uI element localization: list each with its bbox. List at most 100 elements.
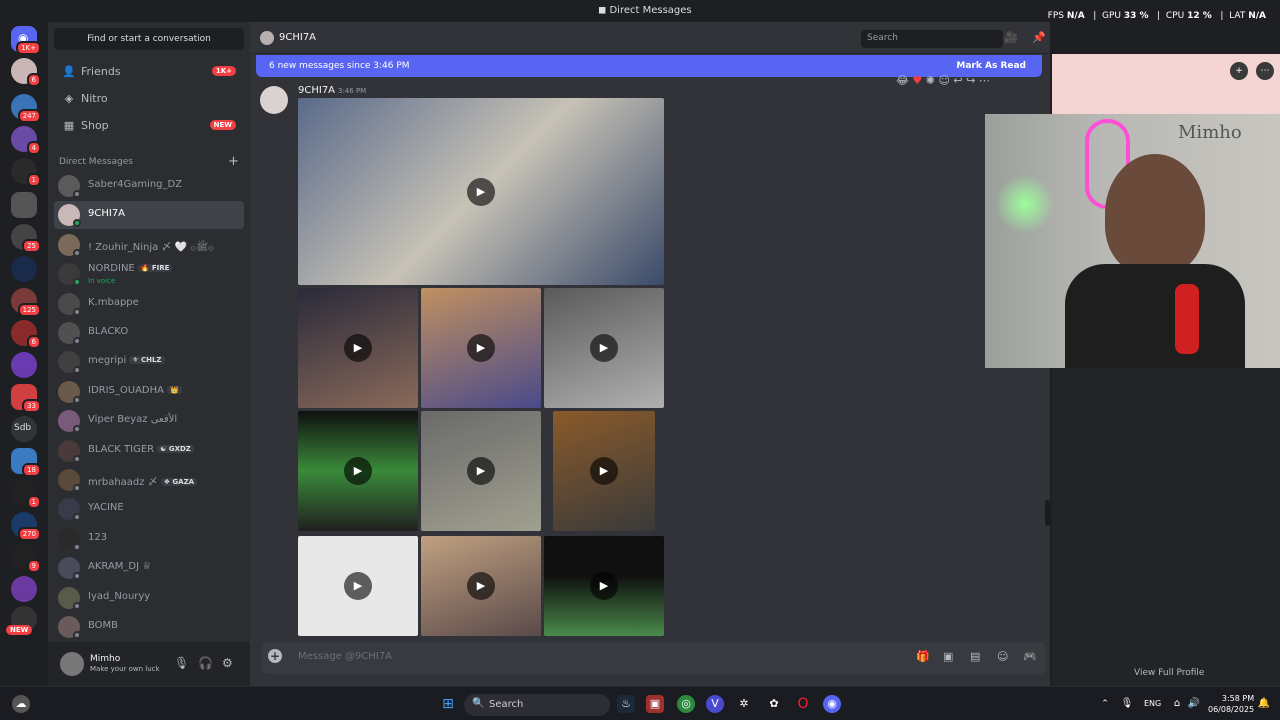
server-icon[interactable]: 33 <box>11 384 41 413</box>
chevron-up-icon[interactable]: ⌃ <box>1096 695 1114 713</box>
play-icon[interactable]: ▶ <box>590 334 618 362</box>
server-icon[interactable]: 18 <box>11 448 41 477</box>
view-full-profile-button[interactable]: View Full Profile <box>1134 668 1204 678</box>
video-attachment[interactable]: ▶ <box>298 536 418 636</box>
dm-item[interactable]: K.mbappe <box>54 290 244 318</box>
chatgpt-icon[interactable]: ✲ <box>735 695 753 713</box>
attach-icon[interactable]: + <box>268 649 282 663</box>
video-attachment[interactable]: ▶ <box>421 411 541 531</box>
microphone-icon[interactable]: 🎙 <box>174 656 189 670</box>
avatar[interactable] <box>60 652 84 676</box>
dm-item[interactable]: Viper Beyaz الأفعى <box>54 407 244 435</box>
server-icon[interactable]: 247 <box>11 94 41 123</box>
app-icon[interactable]: ▣ <box>646 695 664 713</box>
nav-item-nitro[interactable]: ◈ Nitro <box>54 87 244 111</box>
sticker-icon[interactable]: ▤ <box>970 650 980 663</box>
video-attachment[interactable]: ▶ <box>421 288 541 408</box>
message-input[interactable]: Message @9CHI7A <box>298 651 392 662</box>
message-composer[interactable]: + Message @9CHI7A 🎁 ▣ ▤ ☺ 🎮 <box>262 642 1046 674</box>
emoji-icon[interactable]: ☺ <box>997 650 1008 663</box>
dm-item[interactable]: megripi ⚜ CHLZ <box>54 348 244 376</box>
app-icon[interactable]: ✿ <box>765 695 783 713</box>
avatar[interactable] <box>260 86 288 114</box>
server-icon[interactable] <box>11 352 37 378</box>
video-attachment[interactable]: ▶ <box>298 288 418 408</box>
server-icon[interactable]: 6 <box>11 58 41 87</box>
dm-item[interactable]: 9CHI7A <box>54 201 244 230</box>
apps-icon[interactable]: 🎮 <box>1023 650 1037 663</box>
dm-item[interactable]: BLACKO <box>54 319 244 347</box>
dm-item[interactable]: AKRAM_DJ ♕ <box>54 554 244 582</box>
clock[interactable]: 3:58 PM 06/08/2025 <box>1208 693 1254 715</box>
create-dm-button[interactable]: + <box>228 154 239 169</box>
search-input[interactable]: Search <box>861 30 1003 48</box>
nav-item-shop[interactable]: ▦ Shop NEW <box>54 114 244 138</box>
play-icon[interactable]: ▶ <box>467 457 495 485</box>
dm-item[interactable]: IDRIS_OUADHA 👑 <box>54 378 244 406</box>
dm-item[interactable]: ! Zouhir_Ninja 〆 🤍 ۞ﷺ۞ <box>54 231 244 259</box>
play-icon[interactable]: ▶ <box>590 457 618 485</box>
opera-icon[interactable]: O <box>794 695 812 713</box>
laugh-emoji-icon[interactable]: 😂 <box>896 74 909 87</box>
add-reaction-icon[interactable]: ☺ <box>938 74 949 87</box>
server-icon[interactable] <box>11 576 37 602</box>
video-attachment[interactable]: ▶ <box>298 411 418 531</box>
server-icon[interactable]: 125 <box>11 288 41 317</box>
video-attachment[interactable]: ▶ <box>544 536 664 636</box>
heart-emoji-icon[interactable]: ♥ <box>912 74 922 87</box>
server-icon[interactable]: 1 <box>11 480 41 509</box>
server-icon[interactable]: 1 <box>11 158 41 187</box>
reaction-icon[interactable]: ✺ <box>926 74 935 87</box>
gif-icon[interactable]: ▣ <box>943 650 953 663</box>
network-icon[interactable]: ⌂ <box>1168 695 1186 713</box>
scrollbar[interactable] <box>1045 500 1050 526</box>
more-icon[interactable]: ⋯ <box>1256 62 1274 80</box>
nav-item-friends[interactable]: 👤 Friends 1K+ <box>54 60 244 84</box>
video-icon[interactable]: 🎥 <box>1004 31 1018 44</box>
play-icon[interactable]: ▶ <box>467 334 495 362</box>
dm-item[interactable]: mrbahaadz 〆 ❖ GAZA <box>54 466 244 494</box>
add-friend-icon[interactable]: + <box>1230 62 1248 80</box>
gear-icon[interactable]: ⚙ <box>222 656 233 670</box>
server-icon[interactable] <box>11 256 37 282</box>
play-icon[interactable]: ▶ <box>467 177 495 206</box>
widgets-icon[interactable]: ☁ <box>12 695 30 713</box>
volume-icon[interactable]: 🔊 <box>1185 695 1203 713</box>
video-attachment[interactable]: ▶ <box>544 288 664 408</box>
message-author[interactable]: 9CHI7A <box>298 85 335 96</box>
play-icon[interactable]: ▶ <box>467 572 495 600</box>
dm-item[interactable]: Saber4Gaming_DZ <box>54 172 244 200</box>
microphone-icon[interactable]: 🎙 <box>1118 695 1136 713</box>
server-icon[interactable] <box>11 192 37 218</box>
pin-icon[interactable]: 📌 <box>1032 31 1046 44</box>
chrome-icon[interactable]: ◎ <box>677 695 695 713</box>
video-attachment[interactable]: ▶ <box>298 98 664 285</box>
play-icon[interactable]: ▶ <box>344 334 372 362</box>
mark-as-read-button[interactable]: Mark As Read <box>956 61 1026 71</box>
server-icon[interactable]: 4 <box>11 126 41 155</box>
server-icon[interactable]: 270 <box>11 512 41 541</box>
steam-icon[interactable]: ♨ <box>617 695 635 713</box>
forward-icon[interactable]: ↪ <box>966 74 975 87</box>
dm-item[interactable]: NORDINE 🔥 FIRE In voice <box>54 260 244 288</box>
video-attachment[interactable]: ▶ <box>421 536 541 636</box>
more-icon[interactable]: ⋯ <box>979 74 990 87</box>
server-icon[interactable]: 25 <box>11 224 41 253</box>
play-icon[interactable]: ▶ <box>344 457 372 485</box>
dm-item[interactable]: BOMB <box>54 613 244 641</box>
start-icon[interactable]: ⊞ <box>439 695 457 713</box>
home-button[interactable]: ◉ 1K+ <box>11 26 41 55</box>
notification-icon[interactable]: 🔔 <box>1255 695 1273 713</box>
dm-item[interactable]: BLACK TIGER ☯ GXDZ <box>54 437 244 465</box>
language-indicator[interactable]: ENG <box>1144 699 1161 708</box>
reply-icon[interactable]: ↩ <box>953 74 962 87</box>
taskbar-search[interactable]: 🔍 Search <box>464 694 610 716</box>
gift-icon[interactable]: 🎁 <box>916 650 930 663</box>
dm-item[interactable]: 123 <box>54 525 244 553</box>
headphones-icon[interactable]: 🎧 <box>198 656 213 670</box>
discord-icon[interactable]: ◉ <box>823 695 841 713</box>
play-icon[interactable]: ▶ <box>590 572 618 600</box>
server-icon[interactable]: 6 <box>11 320 41 349</box>
vivaldi-icon[interactable]: V <box>706 695 724 713</box>
find-conversation-button[interactable]: Find or start a conversation <box>54 28 244 50</box>
